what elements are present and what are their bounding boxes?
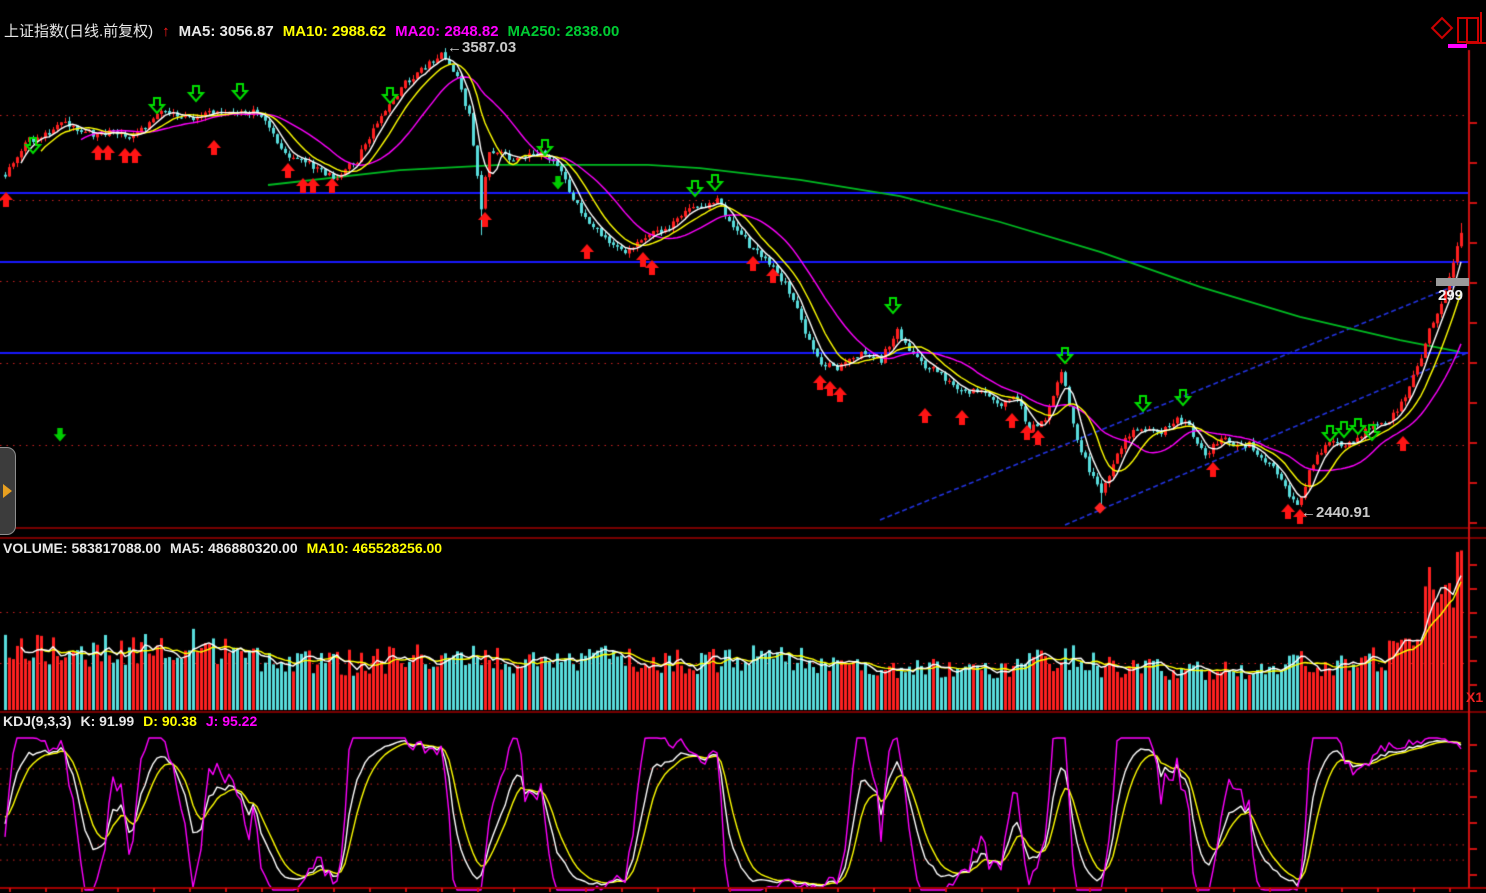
volume-value: VOLUME: 583817088.00: [3, 540, 161, 556]
panel-expand-tab[interactable]: [0, 447, 16, 535]
last-price-tag: 299: [1438, 287, 1463, 304]
last-price-tag-bar: [1436, 278, 1469, 286]
buy-signal-icon: ↑: [162, 23, 170, 40]
kdj-label: KDJ(9,3,3): [3, 713, 71, 729]
volume-pane-header: VOLUME: 583817088.00 MA5: 486880320.00 M…: [3, 540, 442, 556]
peak-price-annotation: ←3587.03: [447, 39, 516, 56]
ma10-value: MA10: 2988.62: [283, 23, 386, 40]
ma20-value: MA20: 2848.82: [395, 23, 498, 40]
kdj-k-value: K: 91.99: [80, 713, 134, 729]
chart-workstation-window: 上证指数(日线.前复权) ↑ MA5: 3056.87 MA10: 2988.6…: [0, 0, 1486, 893]
chart-canvas[interactable]: [0, 0, 1486, 893]
ma5-value: MA5: 3056.87: [179, 23, 274, 40]
ma250-value: MA250: 2838.00: [508, 23, 620, 40]
symbol-title: 上证指数(日线.前复权): [4, 20, 153, 41]
highlight-dash-icon: [1448, 44, 1467, 48]
frame-line: [1480, 12, 1482, 43]
frame-line: [1466, 42, 1486, 44]
price-pane-header: 上证指数(日线.前复权) ↑ MA5: 3056.87 MA10: 2988.6…: [4, 20, 619, 41]
low-price-annotation: ←2440.91: [1301, 504, 1370, 521]
volume-ma5-value: MA5: 486880320.00: [170, 540, 298, 556]
kdj-d-value: D: 90.38: [143, 713, 197, 729]
pane-close-button[interactable]: X1: [1466, 689, 1483, 705]
split-window-icon[interactable]: [1457, 17, 1479, 43]
panel-expand-arrow-icon: [3, 484, 12, 498]
kdj-j-value: J: 95.22: [206, 713, 257, 729]
volume-ma10-value: MA10: 465528256.00: [307, 540, 442, 556]
kdj-pane-header: KDJ(9,3,3) K: 91.99 D: 90.38 J: 95.22: [3, 713, 257, 729]
